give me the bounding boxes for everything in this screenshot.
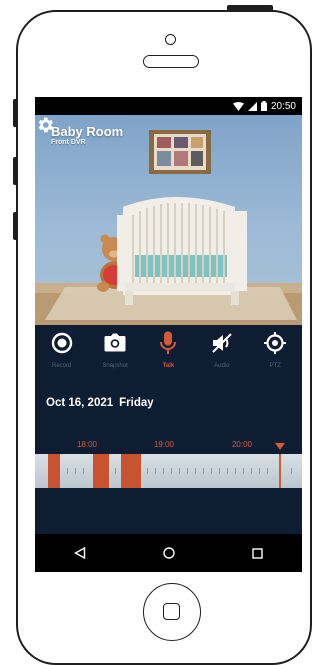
home-circle-icon xyxy=(162,547,175,559)
snapshot-label: Snapshot xyxy=(102,363,128,369)
talk-button[interactable]: Talk xyxy=(143,331,193,381)
audio-button[interactable]: Audio xyxy=(197,331,247,381)
recording-timeline[interactable] xyxy=(35,454,302,488)
recording-segment[interactable] xyxy=(48,454,60,488)
timeline-tick xyxy=(195,468,196,474)
app-screen: 20:50 Baby Room Front DVR Record Snapsho… xyxy=(35,97,302,572)
control-bar: Record Snapshot Talk Audio PTZ xyxy=(35,331,302,381)
recording-segment[interactable] xyxy=(121,454,141,488)
record-button[interactable]: Record xyxy=(37,331,87,381)
nav-recents-button[interactable] xyxy=(243,538,273,568)
earpiece-speaker xyxy=(143,55,199,68)
hour-label: 20:00 xyxy=(231,440,253,449)
recording-segment[interactable] xyxy=(93,454,109,488)
nav-back-button[interactable] xyxy=(65,538,95,568)
battery-icon xyxy=(260,101,267,111)
record-icon xyxy=(51,332,72,354)
timeline-tick xyxy=(75,468,76,474)
date-text: Oct 16, 2021 xyxy=(46,397,114,409)
timeline-tick xyxy=(291,468,292,474)
timeline-tick xyxy=(163,468,164,474)
timeline-tick xyxy=(147,468,148,474)
ptz-button[interactable]: PTZ xyxy=(250,331,300,381)
recents-square-icon xyxy=(252,547,263,559)
timeline-tick xyxy=(227,468,228,474)
timeline-tick xyxy=(211,468,212,474)
timeline-tick xyxy=(251,468,252,474)
timeline-tick xyxy=(259,468,260,474)
camera-icon xyxy=(104,333,126,352)
triangle-down-icon xyxy=(275,443,285,450)
timeline-tick xyxy=(267,468,268,474)
timeline-tick xyxy=(171,468,172,474)
gear-icon[interactable] xyxy=(35,115,55,135)
microphone-icon xyxy=(160,331,177,354)
talk-label: Talk xyxy=(162,363,175,369)
timeline-tick xyxy=(115,468,116,474)
back-triangle-icon xyxy=(73,547,85,559)
signal-icon xyxy=(247,101,257,111)
ptz-label: PTZ xyxy=(269,363,281,369)
timeline-tick xyxy=(67,468,68,474)
home-button[interactable] xyxy=(143,583,201,641)
timeline-tick xyxy=(243,468,244,474)
camera-source: Front DVR xyxy=(51,139,86,146)
camera-live-view[interactable]: Baby Room Front DVR xyxy=(35,115,302,325)
android-nav-bar xyxy=(35,534,302,572)
speaker-mute-icon xyxy=(212,333,232,353)
power-button xyxy=(227,5,273,12)
timeline-tick xyxy=(235,468,236,474)
timeline-tick xyxy=(155,468,156,474)
home-button-square xyxy=(163,603,180,620)
weekday-text: Friday xyxy=(119,397,154,409)
playback-date[interactable]: Oct 16, 2021 Friday xyxy=(46,397,154,409)
timeline-tick xyxy=(219,468,220,474)
status-time: 20:50 xyxy=(270,100,296,112)
camera-name: Baby Room xyxy=(51,124,124,139)
timeline-hour-labels: 18:00 19:00 20:00 xyxy=(35,440,302,452)
mute-switch xyxy=(13,99,18,127)
timeline-tick xyxy=(179,468,180,474)
timeline-tick xyxy=(83,468,84,474)
audio-label: Audio xyxy=(214,363,230,369)
hour-label: 18:00 xyxy=(76,440,98,449)
nursery-scene-image xyxy=(35,130,302,325)
nav-home-button[interactable] xyxy=(154,538,184,568)
playhead-line[interactable] xyxy=(279,454,281,488)
record-label: Record xyxy=(52,363,72,369)
hour-label: 19:00 xyxy=(153,440,175,449)
snapshot-button[interactable]: Snapshot xyxy=(90,331,140,381)
timeline-tick xyxy=(203,468,204,474)
timeline-tick xyxy=(187,468,188,474)
volume-up-button xyxy=(13,157,18,185)
volume-down-button xyxy=(13,212,18,240)
ptz-target-icon xyxy=(264,332,287,354)
wifi-icon xyxy=(232,101,244,111)
front-camera xyxy=(165,34,176,45)
status-bar: 20:50 xyxy=(35,97,302,115)
